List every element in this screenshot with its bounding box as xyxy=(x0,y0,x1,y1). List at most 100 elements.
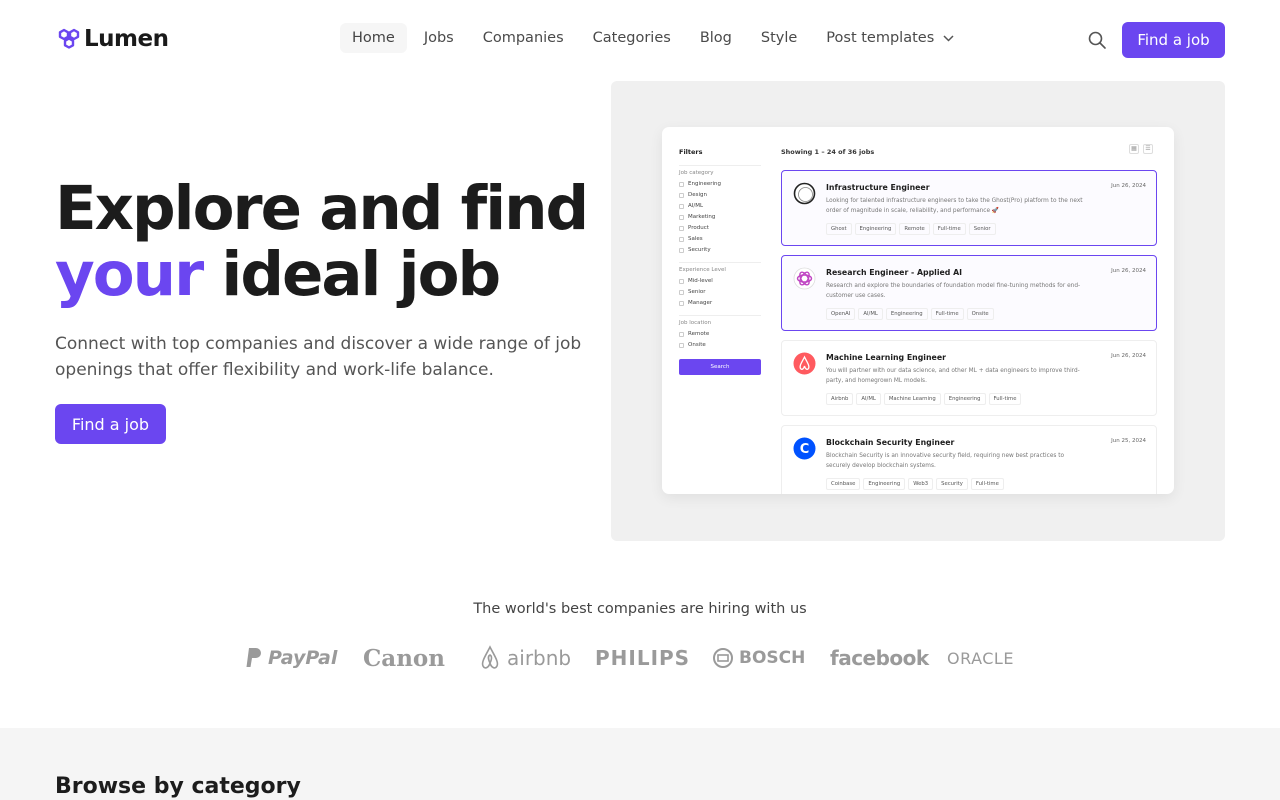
checkbox[interactable] xyxy=(679,301,684,306)
hero-title-line1: Explore and find xyxy=(55,173,589,244)
job-tag[interactable]: Coinbase xyxy=(826,478,861,490)
job-desc: Research and explore the boundaries of f… xyxy=(826,283,1081,299)
location-option[interactable]: Onsite xyxy=(679,340,761,351)
find-job-header-button[interactable]: Find a job xyxy=(1122,22,1225,58)
category-option-label: AI/ML xyxy=(688,203,704,209)
checkbox[interactable] xyxy=(679,226,684,231)
job-desc: Looking for talented infrastructure engi… xyxy=(826,198,1083,214)
checkbox[interactable] xyxy=(679,332,684,337)
checkbox[interactable] xyxy=(679,182,684,187)
nav-blog[interactable]: Blog xyxy=(688,23,744,53)
browse-section: Browse by category xyxy=(0,728,1280,800)
job-tag[interactable]: Machine Learning xyxy=(883,393,941,405)
view-toggle: ▦ ☰ xyxy=(1129,144,1153,154)
company-logos: PayPal Canon airbnb PHILIPS BOSCH facebo… xyxy=(240,641,1040,675)
checkbox[interactable] xyxy=(679,237,684,242)
nav-jobs[interactable]: Jobs xyxy=(412,23,466,53)
job-desc: You will partner with our data science, … xyxy=(826,368,1080,384)
filters-search-button[interactable]: Search xyxy=(679,359,761,375)
job-tag[interactable]: Full-time xyxy=(970,478,1004,490)
bosch-logo: BOSCH xyxy=(712,641,805,675)
job-tag[interactable]: Engineering xyxy=(854,223,897,235)
ghost-logo-icon xyxy=(793,182,816,205)
app-preview-card: Filters Job category Engineering Design AI… xyxy=(662,127,1174,494)
job-tag[interactable]: OpenAI xyxy=(826,308,856,320)
checkbox[interactable] xyxy=(679,215,684,220)
category-option[interactable]: Engineering xyxy=(679,179,761,190)
checkbox[interactable] xyxy=(679,193,684,198)
results-count: Showing 1 – 24 of 36 jobs xyxy=(781,148,875,156)
job-desc: Blockchain Security is an innovative sec… xyxy=(826,453,1065,469)
checkbox[interactable] xyxy=(679,343,684,348)
main-nav: Home Jobs Companies Categories Blog Styl… xyxy=(340,23,971,53)
philips-logo: PHILIPS xyxy=(595,646,691,670)
filters-sidebar: Filters Job category Engineering Design AI… xyxy=(679,148,761,375)
category-option-label: Product xyxy=(688,225,709,231)
job-tag[interactable]: Remote xyxy=(899,223,930,235)
job-tags: Coinbase Engineering Web3 Security Full-time xyxy=(826,478,1004,490)
job-tag[interactable]: Airbnb xyxy=(826,393,854,405)
hero-title-rest: ideal job xyxy=(202,239,501,310)
job-title: Research Engineer - Applied AI xyxy=(826,268,963,277)
location-option-label: Remote xyxy=(688,331,710,337)
job-tag[interactable]: AI/ML xyxy=(858,308,883,320)
level-option[interactable]: Manager xyxy=(679,298,761,309)
job-tag[interactable]: Ghost xyxy=(826,223,852,235)
job-tag[interactable]: Engineering xyxy=(943,393,986,405)
location-option[interactable]: Remote xyxy=(679,329,761,340)
level-option-label: Manager xyxy=(688,300,713,306)
checkbox[interactable] xyxy=(679,248,684,253)
list-view-icon[interactable]: ☰ xyxy=(1143,144,1153,154)
nav-home[interactable]: Home xyxy=(340,23,407,53)
nav-post-templates[interactable]: Post templates xyxy=(814,23,966,53)
job-tags: Ghost Engineering Remote Full-time Senior xyxy=(826,223,996,235)
job-tag[interactable]: Engineering xyxy=(885,308,928,320)
grid-view-icon[interactable]: ▦ xyxy=(1129,144,1139,154)
job-title: Infrastructure Engineer xyxy=(826,183,930,192)
nav-post-templates-label: Post templates xyxy=(826,30,935,46)
category-option[interactable]: AI/ML xyxy=(679,201,761,212)
job-tag[interactable]: Web3 xyxy=(908,478,934,490)
job-tag[interactable]: Security xyxy=(936,478,968,490)
nav-style[interactable]: Style xyxy=(749,23,809,53)
job-tag[interactable]: AI/ML xyxy=(856,393,881,405)
facebook-logo: facebook xyxy=(830,646,929,670)
coinbase-logo-icon: C xyxy=(793,437,816,460)
find-job-hero-button[interactable]: Find a job xyxy=(55,404,166,444)
job-list: Infrastructure Engineer Jun 26, 2024 Looki… xyxy=(781,170,1157,494)
job-date: Jun 26, 2024 xyxy=(1111,353,1146,359)
job-tag[interactable]: Onsite xyxy=(966,308,994,320)
level-option[interactable]: Mid-level xyxy=(679,276,761,287)
category-option[interactable]: Security xyxy=(679,245,761,256)
nav-companies[interactable]: Companies xyxy=(471,23,576,53)
category-option[interactable]: Marketing xyxy=(679,212,761,223)
job-tag[interactable]: Senior xyxy=(968,223,996,235)
job-card[interactable]: C Blockchain Security Engineer Jun 25, 202… xyxy=(781,425,1157,494)
search-icon[interactable] xyxy=(1087,30,1107,50)
checkbox[interactable] xyxy=(679,290,684,295)
nav-categories[interactable]: Categories xyxy=(581,23,683,53)
job-tag[interactable]: Full-time xyxy=(930,308,964,320)
category-option[interactable]: Product xyxy=(679,223,761,234)
category-option[interactable]: Design xyxy=(679,190,761,201)
job-card[interactable]: Infrastructure Engineer Jun 26, 2024 Looki… xyxy=(781,170,1157,246)
job-tag[interactable]: Full-time xyxy=(988,393,1022,405)
filter-group-category: Job category xyxy=(679,165,761,176)
level-option[interactable]: Senior xyxy=(679,287,761,298)
brand-logo[interactable]: Lumen xyxy=(57,26,169,52)
checkbox[interactable] xyxy=(679,204,684,209)
category-option-label: Security xyxy=(688,247,711,253)
svg-text:C: C xyxy=(800,442,810,457)
level-option-label: Mid-level xyxy=(688,278,713,284)
checkbox[interactable] xyxy=(679,279,684,284)
job-tag[interactable]: Full-time xyxy=(932,223,966,235)
hero-title: Explore and find your ideal job xyxy=(55,173,589,310)
oracle-logo: ORACLE xyxy=(947,648,1014,668)
category-option[interactable]: Sales xyxy=(679,234,761,245)
job-date: Jun 26, 2024 xyxy=(1111,268,1146,274)
location-option-label: Onsite xyxy=(688,342,706,348)
job-card[interactable]: Machine Learning Engineer Jun 26, 2024 You… xyxy=(781,340,1157,416)
category-option-label: Design xyxy=(688,192,707,198)
job-tag[interactable]: Engineering xyxy=(863,478,906,490)
job-card[interactable]: Research Engineer - Applied AI Jun 26, 20… xyxy=(781,255,1157,331)
